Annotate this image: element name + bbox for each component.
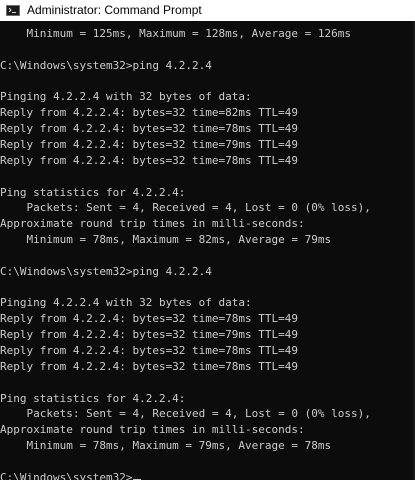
console-line: C:\Windows\system32>ping 4.2.2.4 — [0, 264, 212, 278]
console-line: Pinging 4.2.2.4 with 32 bytes of data: — [0, 296, 252, 310]
console-line: Reply from 4.2.2.4: bytes=32 time=78ms T… — [0, 312, 299, 326]
console-line: Approximate round trip times in milli-se… — [0, 217, 305, 231]
console-line: Pinging 4.2.2.4 with 32 bytes of data: — [0, 90, 252, 104]
console-output[interactable]: Minimum = 125ms, Maximum = 128ms, Averag… — [0, 21, 415, 480]
cmd-console-icon — [6, 5, 20, 16]
console-line: Packets: Sent = 4, Received = 4, Lost = … — [0, 201, 371, 215]
window-title: Administrator: Command Prompt — [27, 3, 202, 17]
console-line: Ping statistics for 4.2.2.4: — [0, 391, 186, 405]
console-line: Ping statistics for 4.2.2.4: — [0, 185, 186, 199]
console-line: Reply from 4.2.2.4: bytes=32 time=79ms T… — [0, 137, 299, 151]
console-line: Approximate round trip times in milli-se… — [0, 423, 305, 437]
console-line: Reply from 4.2.2.4: bytes=32 time=78ms T… — [0, 122, 299, 136]
console-line: Reply from 4.2.2.4: bytes=32 time=78ms T… — [0, 153, 299, 167]
console-line: Reply from 4.2.2.4: bytes=32 time=78ms T… — [0, 359, 299, 373]
console-line: Minimum = 78ms, Maximum = 79ms, Average … — [0, 439, 332, 453]
command-prompt-window: Administrator: Command Prompt Minimum = … — [0, 0, 415, 480]
title-bar[interactable]: Administrator: Command Prompt — [0, 0, 415, 21]
console-line: Reply from 4.2.2.4: bytes=32 time=82ms T… — [0, 106, 299, 120]
console-line: C:\Windows\system32>ping 4.2.2.4 — [0, 58, 212, 72]
console-line: Minimum = 78ms, Maximum = 82ms, Average … — [0, 233, 332, 247]
console-line: Packets: Sent = 4, Received = 4, Lost = … — [0, 407, 371, 421]
console-line: Reply from 4.2.2.4: bytes=32 time=78ms T… — [0, 344, 299, 357]
console-line: Minimum = 125ms, Maximum = 128ms, Averag… — [0, 27, 351, 40]
command-prompt-line[interactable]: C:\Windows\system32> — [0, 470, 142, 480]
console-line: Reply from 4.2.2.4: bytes=32 time=79ms T… — [0, 328, 299, 342]
